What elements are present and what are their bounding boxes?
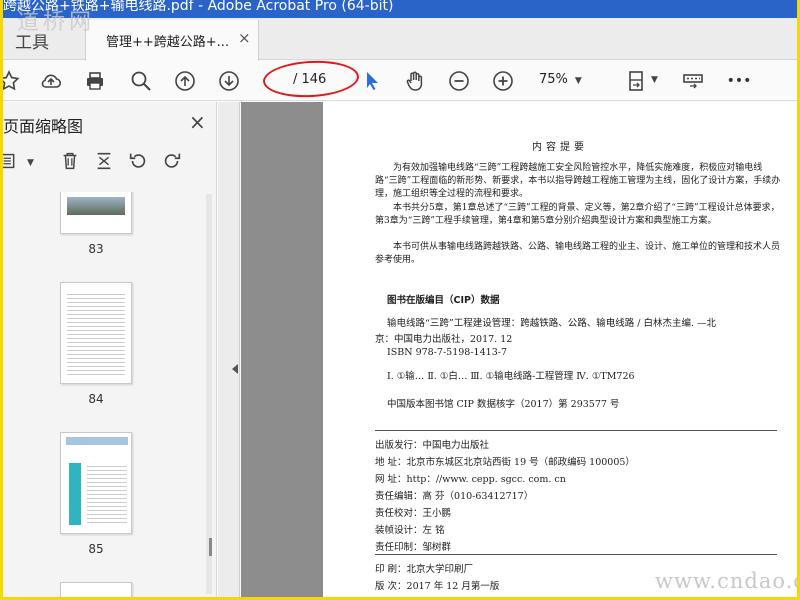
more-tools-icon[interactable]: ••• (725, 67, 753, 95)
divider (375, 554, 777, 555)
thumbnail-scrollbar[interactable] (206, 194, 212, 594)
paragraph: 为有效加强输电线路“三跨”工程跨越施工安全风险管控水平，降低实施难度，积极应对输… (375, 163, 781, 199)
zoom-value: 75% (539, 72, 568, 87)
bookmark-star-icon[interactable] (3, 67, 23, 95)
options-chevron-icon[interactable]: ▼ (27, 158, 34, 168)
document-viewer: 内容提要 为有效加强输电线路“三跨”工程跨越施工安全风险管控水平，降低实施难度，… (241, 102, 797, 597)
hand-tool-icon[interactable] (401, 67, 429, 95)
publisher-line: 地 址：北京市东城区北京站西街 19 号（邮政编码 100005） (375, 457, 635, 468)
print-line: 印 刷：北京大学印刷厂 (375, 564, 474, 575)
cip-classification: Ⅰ. ①输… Ⅱ. ①白… Ⅲ. ①输电线路-工程管理 Ⅳ. ①TM726 (387, 371, 635, 382)
panel-close-button[interactable]: × (189, 110, 206, 134)
pdf-page: 内容提要 为有效加强输电线路“三跨”工程跨越施工安全风险管控水平，降低实施难度，… (323, 102, 797, 597)
thumbnail-page-84[interactable] (60, 282, 132, 384)
watermark-url: www.cndao.com (655, 569, 797, 593)
publisher-line: 责任印制：邹树群 (375, 542, 452, 553)
thumbnail-number: 83 (88, 242, 104, 256)
cloud-upload-icon[interactable] (37, 67, 65, 95)
panel-splitter[interactable] (218, 102, 240, 597)
cip-line: 京：中国电力出版社，2017. 12 (375, 334, 513, 345)
tab-document[interactable]: 管理++跨越公路+... × (85, 20, 259, 61)
thumbnail-page-86[interactable] (60, 582, 132, 597)
collapse-arrow-icon[interactable] (232, 364, 238, 374)
paragraph: 本书共分5章，第1章总述了“三跨”工程的背景、定义等，第2章介绍了“三跨”工程设… (375, 203, 780, 226)
page-fit-icon[interactable] (623, 67, 651, 95)
publisher-line: 出版发行：中国电力出版社 (375, 440, 490, 451)
panel-toolbar: ▼ (3, 150, 217, 182)
red-highlight-ellipse (262, 58, 360, 100)
tab-tools[interactable]: 工具 (15, 28, 49, 53)
print-line: 版 次：2017 年 12 月第一版 (375, 581, 500, 592)
publisher-line: 装帧设计：左 铭 (375, 525, 445, 536)
app-window: 跨越公路+铁路+输电线路.pdf - Adobe Acrobat Pro (64… (3, 0, 797, 597)
thumbnail-diagram-bar (69, 463, 81, 525)
zoom-search-icon[interactable] (127, 67, 155, 95)
thumbnail-number: 84 (88, 392, 104, 406)
panel-title: 页面缩略图 (3, 117, 84, 136)
delete-page-icon[interactable] (59, 150, 85, 176)
paragraph: 本书可供从事输电线路跨越铁路、公路、输电线路工程的业主、设计、施工单位的管理和技… (375, 242, 781, 265)
title-bar: 跨越公路+铁路+输电线路.pdf - Adobe Acrobat Pro (64… (3, 0, 797, 18)
thumbnail-photo (67, 197, 125, 215)
publisher-line: 网 址：http：//www. cepp. sgcc. com. cn (375, 474, 566, 485)
thumbnail-options-icon[interactable] (3, 150, 25, 176)
thumbnail-list: 83 84 85 (3, 192, 203, 597)
rotate-left-icon[interactable] (127, 150, 153, 176)
zoom-out-icon[interactable] (445, 67, 473, 95)
thumbnail-header-bar (66, 437, 128, 445)
thumbnails-panel: 页面缩略图 × ▼ 83 84 85 (3, 102, 217, 597)
select-cursor-icon[interactable] (358, 67, 386, 95)
chevron-down-icon: ▼ (572, 76, 582, 86)
rotate-right-icon[interactable] (161, 150, 187, 176)
thumbnail-text-lines (67, 291, 125, 377)
extract-page-icon[interactable] (93, 150, 119, 176)
divider (375, 430, 777, 431)
keyboard-reading-icon[interactable] (679, 67, 707, 95)
cip-line: 输电线路“三跨”工程建设管理：跨越铁路、公路、输电线路 / 白林杰主编. —北 (387, 318, 716, 329)
toolbar: / 146 75% ▼ ▼ ••• (3, 58, 797, 101)
page-heading: 内容提要 (532, 142, 588, 153)
thumbnail-number: 85 (88, 542, 104, 556)
tab-document-label: 管理++跨越公路+... (106, 35, 230, 50)
publisher-line: 责任校对：王小鹏 (375, 508, 452, 519)
tab-close-button[interactable]: × (238, 29, 251, 47)
window-title: 跨越公路+铁路+输电线路.pdf - Adobe Acrobat Pro (64… (3, 0, 394, 14)
thumbnail-page-83[interactable] (60, 192, 132, 234)
previous-page-icon[interactable] (171, 67, 199, 95)
tab-bar: 工具 管理++跨越公路+... × (3, 18, 797, 61)
cip-isbn: ISBN 978-7-5198-1413-7 (387, 347, 507, 358)
next-page-icon[interactable] (215, 67, 243, 95)
zoom-in-icon[interactable] (489, 67, 517, 95)
cip-core-data: 中国版本图书馆 CIP 数据核字（2017）第 293577 号 (387, 399, 620, 410)
zoom-dropdown[interactable]: 75% ▼ (539, 72, 582, 87)
print-icon[interactable] (81, 67, 109, 95)
thumbnail-page-85[interactable] (60, 432, 132, 534)
scrollbar-thumb[interactable] (209, 538, 212, 556)
publisher-line: 责任编辑：高 芬（010-63412717） (375, 491, 534, 502)
thumbnail-text-lines (87, 463, 127, 525)
cip-heading: 图书在版编目（CIP）数据 (387, 295, 500, 306)
page-fit-chevron-icon[interactable]: ▼ (651, 75, 658, 85)
page-number-field: / 146 (262, 58, 360, 100)
